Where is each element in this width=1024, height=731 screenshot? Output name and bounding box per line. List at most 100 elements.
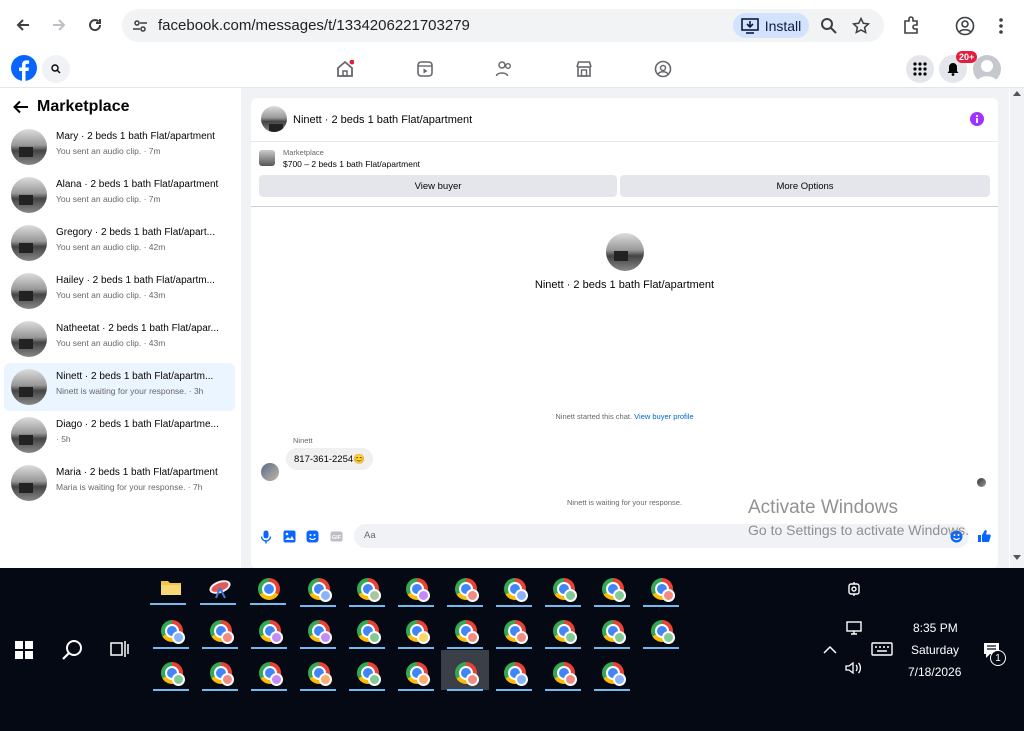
chrome-profile-taskbar-icon[interactable] <box>349 572 385 608</box>
chrome-profile-taskbar-icon[interactable] <box>398 656 434 692</box>
site-settings-icon[interactable] <box>132 18 148 34</box>
chrome-profile-taskbar-icon[interactable] <box>496 614 532 650</box>
chrome-profile-taskbar-icon[interactable] <box>447 656 483 692</box>
url-text[interactable]: facebook.com/messages/t/1334206221703279 <box>158 17 470 34</box>
chrome-profile-taskbar-icon[interactable] <box>300 656 336 692</box>
bookmark-star-icon[interactable] <box>852 17 870 35</box>
conversation-item[interactable]: Hailey · 2 beds 1 bath Flat/apartm... You… <box>4 267 235 315</box>
windows-start-icon[interactable] <box>15 641 33 659</box>
like-thumb-icon[interactable] <box>977 529 991 543</box>
meet-now-icon[interactable] <box>848 581 860 597</box>
chrome-profile-taskbar-icon[interactable] <box>153 656 189 692</box>
address-bar[interactable]: facebook.com/messages/t/1334206221703279… <box>122 9 884 42</box>
chrome-profile-taskbar-icon[interactable] <box>594 656 630 692</box>
search-icon[interactable] <box>62 639 84 661</box>
video-icon[interactable] <box>416 60 434 78</box>
profile-icon[interactable] <box>955 16 975 36</box>
conversation-item[interactable]: Natheetat · 2 beds 1 bath Flat/apar... Yo… <box>4 315 235 363</box>
conversation-subtitle: You sent an audio clip. · 42m <box>56 242 166 252</box>
menu-kebab-icon[interactable] <box>995 16 1007 36</box>
zoom-icon[interactable] <box>820 17 838 35</box>
chrome-profile-taskbar-icon[interactable] <box>398 614 434 650</box>
chrome-profile-taskbar-icon[interactable] <box>545 656 581 692</box>
microphone-icon[interactable] <box>260 530 272 544</box>
gaming-icon[interactable] <box>654 60 672 78</box>
task-view-icon[interactable] <box>110 640 130 658</box>
action-center-button[interactable]: 1 <box>983 642 1007 666</box>
chrome-profile-taskbar-icon[interactable] <box>447 572 483 608</box>
listing-source: Marketplace <box>283 148 324 157</box>
chrome-profile-taskbar-icon[interactable] <box>398 572 434 608</box>
facebook-logo-icon[interactable] <box>11 55 37 81</box>
back-arrow-icon[interactable] <box>13 100 29 114</box>
friends-icon[interactable] <box>495 60 513 78</box>
clock-time[interactable]: 8:35 PM <box>913 621 958 635</box>
chrome-profile-taskbar-icon[interactable] <box>643 614 679 650</box>
conversation-avatar <box>11 273 47 309</box>
chrome-profile-taskbar-icon[interactable] <box>447 614 483 650</box>
conversation-item[interactable]: Diago · 2 beds 1 bath Flat/apartme... · 5… <box>4 411 235 459</box>
scroll-down-icon[interactable] <box>1013 555 1021 561</box>
volume-icon[interactable] <box>845 661 863 675</box>
network-icon[interactable] <box>846 621 862 635</box>
conversation-item[interactable]: Ninett · 2 beds 1 bath Flat/apartm... Nin… <box>4 363 235 411</box>
chat-title[interactable]: Ninett · 2 beds 1 bath Flat/apartment <box>293 114 472 126</box>
info-icon[interactable] <box>970 112 984 126</box>
keyboard-icon[interactable] <box>871 642 893 656</box>
conversation-item[interactable]: Maria · 2 beds 1 bath Flat/apartment Mari… <box>4 459 235 507</box>
extensions-icon[interactable] <box>902 16 920 34</box>
conversation-item[interactable]: Mary · 2 beds 1 bath Flat/apartment You s… <box>4 123 235 171</box>
grid-menu-icon <box>913 62 927 76</box>
file-explorer-icon[interactable] <box>160 578 182 596</box>
chrome-profile-taskbar-icon[interactable] <box>202 656 238 692</box>
chrome-profile-taskbar-icon[interactable] <box>496 656 532 692</box>
more-options-button[interactable]: More Options <box>620 175 990 197</box>
photo-icon[interactable] <box>283 530 296 543</box>
chrome-profile-taskbar-icon[interactable] <box>251 656 287 692</box>
chrome-profile-taskbar-icon[interactable] <box>545 572 581 608</box>
view-buyer-button[interactable]: View buyer <box>259 175 617 197</box>
chrome-profile-taskbar-icon[interactable] <box>594 572 630 608</box>
message-bubble[interactable]: 817-361-2254😊 <box>286 448 373 470</box>
conversation-item[interactable]: Alana · 2 beds 1 bath Flat/apartment You … <box>4 171 235 219</box>
chrome-profile-taskbar-icon[interactable] <box>643 572 679 608</box>
snipping-tool-icon[interactable] <box>208 578 234 600</box>
clock-day[interactable]: Saturday <box>911 643 959 657</box>
sender-avatar[interactable] <box>261 463 279 481</box>
notifications-button[interactable]: 20+ <box>939 51 978 83</box>
menu-button[interactable] <box>906 55 934 83</box>
chevron-up-icon[interactable] <box>823 645 837 654</box>
conversation-item[interactable]: Gregory · 2 beds 1 bath Flat/apart... You… <box>4 219 235 267</box>
forward-icon[interactable] <box>47 13 71 37</box>
scroll-up-icon[interactable] <box>1013 90 1021 96</box>
chrome-profile-taskbar-icon[interactable] <box>349 656 385 692</box>
home-icon[interactable] <box>336 60 354 78</box>
conversation-subtitle: You sent an audio clip. · 43m <box>56 290 166 300</box>
view-buyer-profile-link[interactable]: View buyer profile <box>634 412 693 421</box>
chrome-profile-taskbar-icon[interactable] <box>251 614 287 650</box>
chrome-profile-taskbar-icon[interactable] <box>349 614 385 650</box>
fb-search-button[interactable] <box>42 55 70 83</box>
page-scrollbar[interactable] <box>1010 88 1024 568</box>
sticker-icon[interactable] <box>306 530 319 543</box>
chrome-profile-taskbar-icon[interactable] <box>594 614 630 650</box>
reload-icon[interactable] <box>83 13 107 37</box>
listing-description[interactable]: $700 – 2 beds 1 bath Flat/apartment <box>283 159 420 169</box>
profile-avatar[interactable] <box>606 233 644 271</box>
chat-header-avatar[interactable] <box>261 106 287 132</box>
chrome-profile-taskbar-icon[interactable] <box>545 614 581 650</box>
conversation-subtitle: Maria is waiting for your response. · 7h <box>56 482 203 492</box>
marketplace-icon[interactable] <box>575 60 593 78</box>
chrome-profile-taskbar-icon[interactable] <box>153 614 189 650</box>
chrome-taskbar-icon[interactable] <box>250 578 286 614</box>
conversation-avatar <box>11 417 47 453</box>
back-icon[interactable] <box>11 13 35 37</box>
gif-icon[interactable]: GIF <box>330 530 343 543</box>
chrome-profile-taskbar-icon[interactable] <box>300 572 336 608</box>
clock-date[interactable]: 7/18/2026 <box>908 665 961 679</box>
chrome-profile-taskbar-icon[interactable] <box>202 614 238 650</box>
account-avatar[interactable] <box>973 55 1001 83</box>
install-button[interactable]: Install <box>733 13 809 38</box>
chrome-profile-taskbar-icon[interactable] <box>496 572 532 608</box>
chrome-profile-taskbar-icon[interactable] <box>300 614 336 650</box>
